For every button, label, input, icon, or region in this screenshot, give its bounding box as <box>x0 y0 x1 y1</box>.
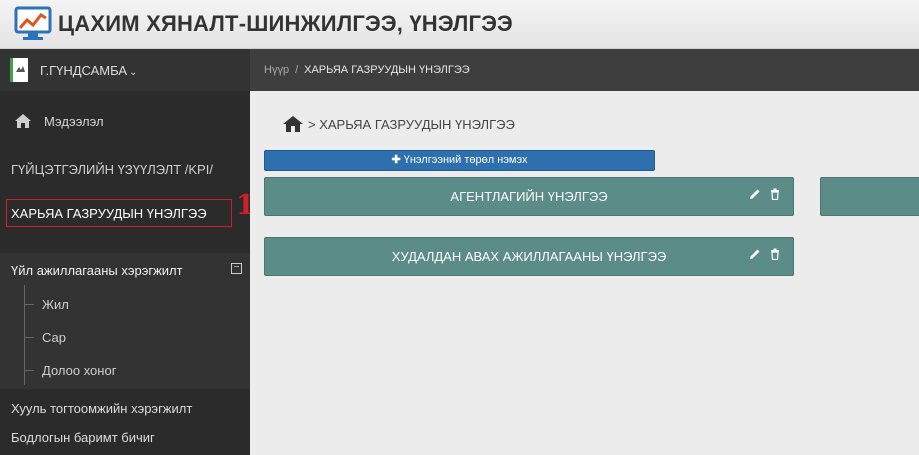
main-content: > ХАРЬЯА ГАЗРУУДЫН ҮНЭЛГЭЭ ✚ Үнэлгээний т… <box>250 91 919 455</box>
delete-icon[interactable] <box>769 188 781 201</box>
sidebar-item-law[interactable]: Хууль тогтоомжийн хэрэгжилт <box>0 401 250 416</box>
sidebar-item-label: Жил <box>42 296 69 312</box>
card-tools <box>749 188 781 201</box>
sidebar-item-kpi[interactable]: ГҮЙЦЭТГЭЛИЙН ҮЗҮҮЛЭЛТ /KPI/ <box>0 162 250 177</box>
monitor-chart-icon <box>14 6 52 42</box>
home-icon <box>14 113 32 129</box>
edit-icon[interactable] <box>749 248 761 260</box>
sidebar-group-label[interactable]: Үйл ажиллагааны хэрэгжилт <box>11 263 183 278</box>
card-label: АГЕНТЛАГИЙН ҮНЭЛГЭЭ <box>450 189 608 204</box>
user-menu[interactable]: Г.ГҮНДСАМБА ⌄ <box>0 49 250 91</box>
sidebar-item-info[interactable]: Мэдээлэл <box>0 109 250 133</box>
app-header: ЦАХИМ ХЯНАЛТ-ШИНЖИЛГЭЭ, ҮНЭЛГЭЭ <box>0 0 919 49</box>
breadcrumb-home-link[interactable]: Нүүр <box>264 64 289 76</box>
home-icon[interactable] <box>282 115 304 133</box>
page-title-text: > ХАРЬЯА ГАЗРУУДЫН ҮНЭЛГЭЭ <box>308 116 515 132</box>
evaluation-card-procurement[interactable]: ХУДАЛДАН АВАХ АЖИЛЛАГААНЫ ҮНЭЛГЭЭ <box>264 237 794 276</box>
evaluation-card-agency[interactable]: АГЕНТЛАГИЙН ҮНЭЛГЭЭ <box>264 177 794 216</box>
sidebar-item-policy[interactable]: Бодлогын баримт бичиг <box>0 430 250 445</box>
sidebar-item-label: Сар <box>42 329 66 345</box>
sidebar: Г.ГҮНДСАМБА ⌄ Мэдээлэл ГҮЙЦЭТГЭЛИЙН ҮЗҮҮЛ… <box>0 49 250 455</box>
page-title: > ХАРЬЯА ГАЗРУУДЫН ҮНЭЛГЭЭ <box>282 115 515 133</box>
delete-icon[interactable] <box>769 248 781 261</box>
sidebar-item-label: Долоо хоног <box>42 362 117 378</box>
add-evaluation-type-button[interactable]: ✚ Үнэлгээний төрөл нэмэх <box>264 150 655 171</box>
breadcrumb: Нүүр / ХАРЬЯА ГАЗРУУДЫН ҮНЭЛГЭЭ <box>250 49 919 91</box>
sidebar-item-label: ХАРЬЯА ГАЗРУУДЫН ҮНЭЛГЭЭ <box>11 205 207 221</box>
sidebar-item-subordinate-evaluation[interactable]: ХАРЬЯА ГАЗРУУДЫН ҮНЭЛГЭЭ <box>6 199 232 227</box>
app-title: ЦАХИМ ХЯНАЛТ-ШИНЖИЛГЭЭ, ҮНЭЛГЭЭ <box>58 11 513 36</box>
card-tools <box>749 248 781 261</box>
sidebar-group-activity: Үйл ажиллагааны хэрэгжилт − Жил Сар Доло… <box>0 253 250 389</box>
sidebar-item-year[interactable]: Жил <box>24 294 224 314</box>
user-name-label: Г.ГҮНДСАМБА <box>40 62 128 78</box>
add-button-label: Үнэлгээний төрөл нэмэх <box>403 154 528 166</box>
sidebar-item-label: Мэдээлэл <box>44 113 104 129</box>
breadcrumb-separator: / <box>295 64 299 76</box>
card-label: ХУДАЛДАН АВАХ АЖИЛЛАГААНЫ ҮНЭЛГЭЭ <box>391 249 667 264</box>
breadcrumb-current: ХАРЬЯА ГАЗРУУДЫН ҮНЭЛГЭЭ <box>304 64 470 76</box>
user-name[interactable]: Г.ГҮНДСАМБА ⌄ <box>40 63 137 78</box>
plus-icon: ✚ <box>391 154 401 166</box>
sidebar-item-month[interactable]: Сар <box>24 327 224 347</box>
evaluation-card-partial[interactable] <box>820 177 919 216</box>
sidebar-item-week[interactable]: Долоо хоног <box>24 360 224 380</box>
collapse-icon[interactable]: − <box>231 263 242 274</box>
chevron-down-icon: ⌄ <box>129 66 138 78</box>
avatar <box>10 58 28 82</box>
edit-icon[interactable] <box>749 188 761 200</box>
